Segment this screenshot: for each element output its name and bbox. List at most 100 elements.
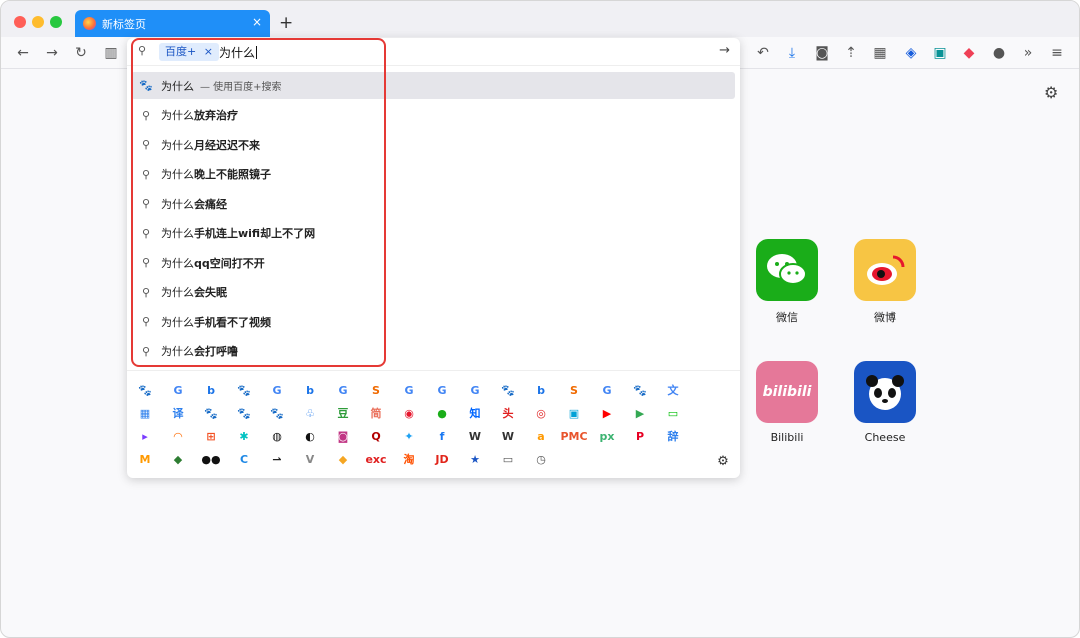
search-engine-button[interactable]: ▭ [500, 451, 516, 467]
download-icon[interactable]: ⤓ [782, 43, 802, 63]
search-engine-button[interactable]: ▭ [665, 405, 681, 421]
search-engine-button[interactable]: a [533, 428, 549, 444]
search-engine-button[interactable]: b [203, 382, 219, 398]
search-engine-button[interactable]: ◎ [533, 405, 549, 421]
tab-close-icon[interactable]: × [252, 15, 262, 29]
search-engine-button[interactable]: 🐾 [203, 405, 219, 421]
search-engine-button[interactable]: ★ [467, 451, 483, 467]
search-engine-button[interactable]: P [632, 428, 648, 444]
search-engine-button[interactable]: 淘 [401, 451, 417, 467]
one-off-search-engines: ⚙ 🐾 Gb 🐾 Gb G S G G G 🐾 b S G 🐾 文 ▦ 译 🐾 🐾 🐾 ♧ 豆 简 ◉ ● 知 头 ◎ ▣ ▶ ▶ ▭ ▸ ◠ ⊞ ✱… [127, 370, 740, 478]
search-engine-button[interactable]: S [368, 382, 384, 398]
search-engine-button[interactable]: C [236, 451, 252, 467]
search-engine-button[interactable]: ●● [201, 451, 220, 467]
search-engine-button[interactable]: G [599, 382, 615, 398]
panda-icon[interactable]: ● [989, 43, 1009, 63]
search-engine-button[interactable]: ✱ [236, 428, 252, 444]
rocket-icon[interactable]: ⇡ [841, 43, 861, 63]
go-arrow-icon[interactable]: → [719, 43, 730, 58]
search-engine-button[interactable]: ◐ [302, 428, 318, 444]
search-engine-button[interactable]: G [269, 382, 285, 398]
search-engine-button[interactable]: px [599, 428, 615, 444]
shortcut-weibo[interactable]: 微博 [835, 239, 935, 325]
search-engine-button[interactable]: exc [365, 451, 386, 467]
search-engine-button[interactable]: V [302, 451, 318, 467]
search-engine-button[interactable]: G [170, 382, 186, 398]
search-engine-button[interactable]: 译 [170, 405, 186, 421]
menu-icon[interactable]: ≡ [1047, 43, 1067, 63]
search-engine-button[interactable]: W [500, 428, 516, 444]
search-engine-button[interactable]: ◙ [335, 428, 351, 444]
search-engine-button[interactable]: ◠ [170, 428, 186, 444]
forward-icon[interactable]: → [42, 43, 62, 63]
zoom-window-button[interactable] [50, 16, 62, 28]
container-icon[interactable]: ▦ [870, 43, 890, 63]
tab-bar: 新标签页 × + [1, 1, 1079, 37]
search-engine-button[interactable]: ◍ [269, 428, 285, 444]
search-engine-button[interactable]: ⇀ [269, 451, 285, 467]
search-engine-button[interactable]: b [302, 382, 318, 398]
search-engine-button[interactable]: ● [434, 405, 450, 421]
search-engine-button[interactable]: f [434, 428, 450, 444]
back-icon[interactable]: ← [13, 43, 33, 63]
overflow-chevron-icon[interactable]: » [1018, 43, 1038, 63]
search-engine-button[interactable]: ◷ [533, 451, 549, 467]
firefox-icon [83, 17, 96, 30]
search-engine-button[interactable]: ▶ [599, 405, 615, 421]
search-engine-button[interactable]: ▦ [137, 405, 153, 421]
search-engine-button[interactable]: G [401, 382, 417, 398]
highlight-annotation-box [131, 38, 386, 367]
search-engine-button[interactable]: 简 [368, 405, 384, 421]
search-engine-button[interactable]: ▣ [566, 405, 582, 421]
search-engine-button[interactable]: 🐾 [236, 382, 252, 398]
bitwarden-icon[interactable]: ◈ [901, 43, 921, 63]
close-window-button[interactable] [14, 16, 26, 28]
screenshot-icon[interactable]: ◙ [812, 43, 832, 63]
shortcut-label: Cheese [864, 431, 906, 444]
search-engine-button[interactable]: G [467, 382, 483, 398]
shortcut-bilibili[interactable]: bilibili Bilibili [737, 361, 837, 444]
pocket-icon[interactable]: ◆ [959, 43, 979, 63]
search-engine-button[interactable]: G [434, 382, 450, 398]
search-engine-button[interactable]: 头 [500, 405, 516, 421]
search-engine-button[interactable]: JD [434, 451, 450, 467]
search-settings-gear-icon[interactable]: ⚙ [715, 453, 731, 469]
save-icon[interactable]: ▣ [930, 43, 950, 63]
shortcut-wechat[interactable]: 微信 [737, 239, 837, 325]
search-engine-button[interactable]: ◉ [401, 405, 417, 421]
tab-new-tab[interactable]: 新标签页 × [75, 10, 270, 37]
search-engine-button[interactable]: ⊞ [203, 428, 219, 444]
search-engine-button[interactable]: G [335, 382, 351, 398]
search-engine-button[interactable]: b [533, 382, 549, 398]
undo-icon[interactable]: ↶ [753, 43, 773, 63]
settings-gear-icon[interactable]: ⚙ [1044, 83, 1058, 102]
search-engine-button[interactable]: 🐾 [500, 382, 516, 398]
search-engine-button[interactable]: ▸ [137, 428, 153, 444]
search-engine-button[interactable]: Q [368, 428, 384, 444]
search-engine-button[interactable]: PMC [560, 428, 587, 444]
search-engine-button[interactable]: 🐾 [137, 382, 153, 398]
shortcut-label: 微博 [874, 311, 896, 324]
search-engine-button[interactable]: 🐾 [269, 405, 285, 421]
search-engine-button[interactable]: W [467, 428, 483, 444]
search-engine-button[interactable]: 文 [665, 382, 681, 398]
search-engine-button[interactable]: 🐾 [236, 405, 252, 421]
bilibili-icon: bilibili [756, 361, 818, 423]
search-engine-button[interactable]: 🐾 [632, 382, 648, 398]
search-engine-button[interactable]: ✦ [401, 428, 417, 444]
search-engine-button[interactable]: ♧ [302, 405, 318, 421]
search-engine-button[interactable]: 辞 [665, 428, 681, 444]
shortcut-label: Bilibili [770, 431, 804, 444]
new-tab-button[interactable]: + [279, 13, 293, 33]
search-engine-button[interactable]: ◆ [335, 451, 351, 467]
search-engine-button[interactable]: 豆 [335, 405, 351, 421]
sidebar-icon[interactable]: ▥ [101, 43, 121, 63]
shortcut-cheese[interactable]: Cheese [835, 361, 935, 444]
search-engine-button[interactable]: ▶ [632, 405, 648, 421]
search-engine-button[interactable]: M [137, 451, 153, 467]
search-engine-button[interactable]: S [566, 382, 582, 398]
search-engine-button[interactable]: 知 [467, 405, 483, 421]
reload-icon[interactable]: ↻ [71, 43, 91, 63]
search-engine-button[interactable]: ◆ [170, 451, 186, 467]
minimize-window-button[interactable] [32, 16, 44, 28]
